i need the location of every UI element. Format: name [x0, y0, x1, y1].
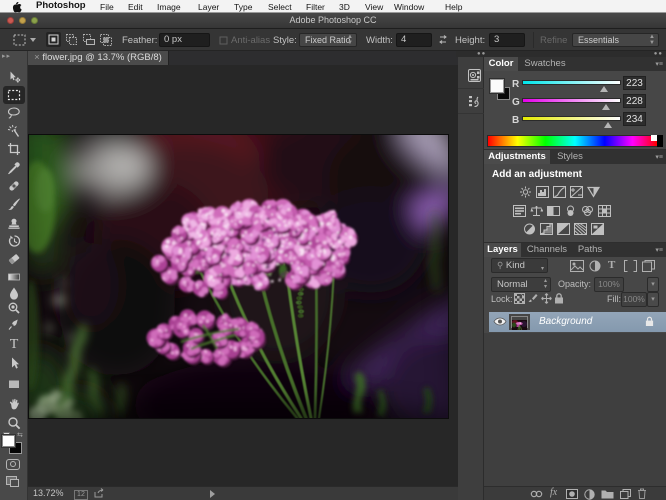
svg-text:T: T [10, 337, 19, 350]
